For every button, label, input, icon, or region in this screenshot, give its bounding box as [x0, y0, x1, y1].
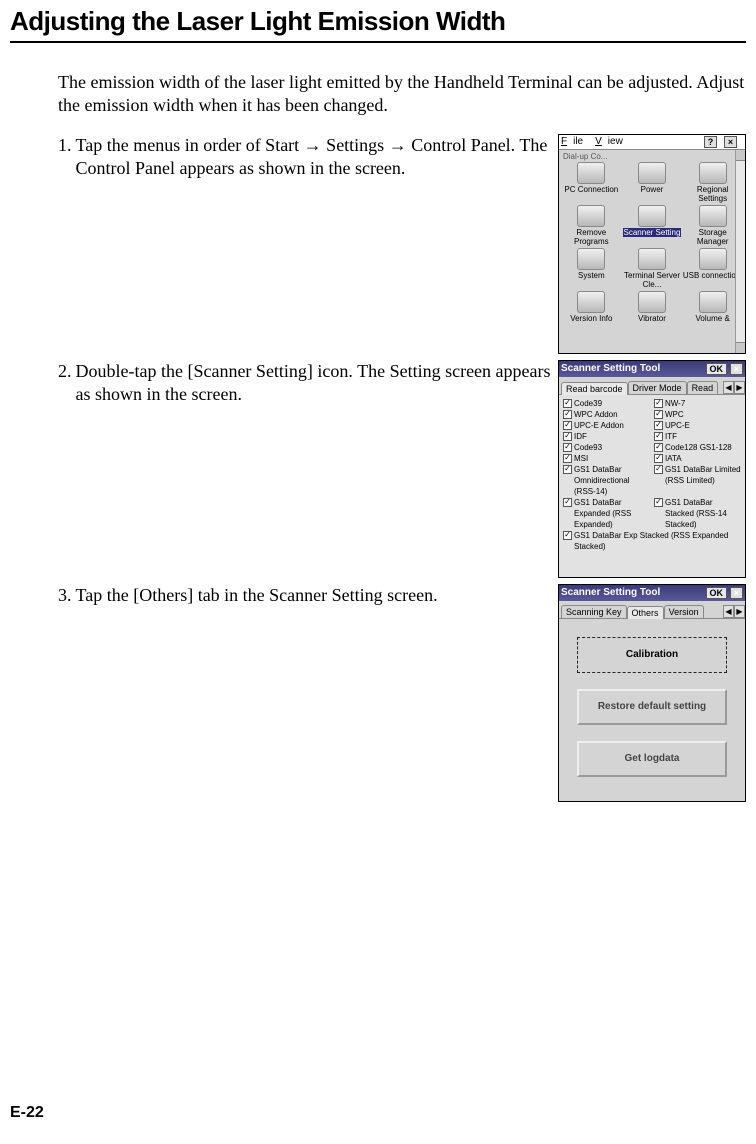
tabs-left-arrow[interactable]: ◀	[723, 605, 734, 618]
page-title: Adjusting the Laser Light Emission Width	[10, 0, 746, 43]
calibration-button[interactable]: Calibration	[577, 637, 727, 673]
close-button[interactable]: ×	[730, 587, 743, 599]
menubar: File View ? ×	[559, 135, 745, 150]
chk-gs1-exp-stacked[interactable]: ✓GS1 DataBar Exp Stacked (RSS Expanded S…	[563, 530, 743, 552]
cp-icon-version-info[interactable]: Version Info	[561, 290, 622, 324]
trash-icon	[577, 205, 605, 227]
tab-read-barcode[interactable]: Read barcode	[561, 382, 628, 395]
step-1-number: 1.	[58, 134, 76, 181]
cp-icon-remove-programs[interactable]: Remove Programs	[561, 204, 622, 247]
chk-code128[interactable]: ✓Code128 GS1-128	[654, 442, 743, 453]
globe-flags-icon	[699, 162, 727, 184]
scanner-icon	[638, 205, 666, 227]
chk-nw7[interactable]: ✓NW-7	[654, 398, 743, 409]
power-icon	[638, 162, 666, 184]
chk-wpc-addon[interactable]: ✓WPC Addon	[563, 409, 652, 420]
tabs-left-arrow[interactable]: ◀	[723, 381, 734, 394]
tab-read[interactable]: Read	[687, 381, 719, 394]
chk-upce-addon[interactable]: ✓UPC-E Addon	[563, 420, 652, 431]
step-1: 1. Tap the menus in order of Start → Set…	[58, 134, 552, 181]
chk-wpc[interactable]: ✓WPC	[654, 409, 743, 420]
vibrate-icon	[638, 291, 666, 313]
titlebar: Scanner Setting Tool OK ×	[559, 361, 745, 377]
chk-code39[interactable]: ✓Code39	[563, 398, 652, 409]
server-icon	[638, 248, 666, 270]
chk-iata[interactable]: ✓IATA	[654, 453, 743, 464]
ok-button[interactable]: OK	[706, 363, 728, 375]
speaker-icon	[699, 291, 727, 313]
menu-view[interactable]: View	[595, 136, 629, 147]
chk-gs1-expanded[interactable]: ✓GS1 DataBar Expanded (RSS Expanded)	[563, 497, 652, 530]
chk-gs1-limited[interactable]: ✓GS1 DataBar Limited (RSS Limited)	[654, 464, 743, 497]
intro-paragraph: The emission width of the laser light em…	[58, 71, 748, 118]
cp-icon-power[interactable]: Power	[622, 161, 683, 204]
cp-icon-pc-connection[interactable]: PC Connection	[561, 161, 622, 204]
chk-itf[interactable]: ✓ITF	[654, 431, 743, 442]
cp-icon-vibrator[interactable]: Vibrator	[622, 290, 683, 324]
cp-icon-usb[interactable]: USB connectio...	[682, 247, 743, 290]
chk-msi[interactable]: ✓MSI	[563, 453, 652, 464]
chk-idf[interactable]: ✓IDF	[563, 431, 652, 442]
cp-icon-storage-manager[interactable]: Storage Manager	[682, 204, 743, 247]
tabs-right-arrow[interactable]: ▶	[734, 381, 745, 394]
step-3-number: 3.	[58, 584, 76, 607]
chk-code93[interactable]: ✓Code93	[563, 442, 652, 453]
restore-default-button[interactable]: Restore default setting	[577, 689, 727, 725]
chk-gs1-stacked[interactable]: ✓GS1 DataBar Stacked (RSS-14 Stacked)	[654, 497, 743, 530]
tabs-row: Read barcode Driver Mode Read ◀ ▶	[559, 377, 745, 395]
chk-upce[interactable]: ✓UPC-E	[654, 420, 743, 431]
chip-icon	[577, 248, 605, 270]
close-button[interactable]: ×	[730, 363, 743, 375]
page-number: E-22	[10, 1104, 44, 1122]
info-icon	[577, 291, 605, 313]
window-title: Scanner Setting Tool	[561, 587, 660, 598]
tab-version[interactable]: Version	[664, 605, 704, 618]
cp-icon-scanner-setting[interactable]: Scanner Setting	[622, 204, 683, 247]
cut-row: Dial-up Co...	[559, 152, 745, 161]
screenshot-control-panel: File View ? × Dial-up Co... PC Connectio…	[558, 134, 746, 354]
chk-gs1-omni[interactable]: ✓GS1 DataBar Omnidirectional (RSS-14)	[563, 464, 652, 497]
scrollbar[interactable]	[735, 150, 745, 353]
help-button[interactable]: ?	[704, 136, 717, 148]
barcode-type-list: ✓Code39 ✓NW-7 ✓WPC Addon ✓WPC ✓UPC-E Add…	[559, 395, 745, 577]
cp-icon-volume[interactable]: Volume &	[682, 290, 743, 324]
step-2-number: 2.	[58, 360, 76, 407]
step-3: 3. Tap the [Others] tab in the Scanner S…	[58, 584, 552, 607]
tab-driver-mode[interactable]: Driver Mode	[628, 381, 687, 394]
step-2-body: Double-tap the [Scanner Setting] icon. T…	[76, 360, 553, 407]
usb-icon	[699, 248, 727, 270]
step-2: 2. Double-tap the [Scanner Setting] icon…	[58, 360, 552, 407]
menu-file[interactable]: File	[561, 136, 589, 147]
step-1-body: Tap the menus in order of Start → Settin…	[76, 134, 553, 181]
tabs-row: Scanning Key Others Version ◀ ▶	[559, 601, 745, 619]
cp-icon-regional[interactable]: Regional Settings	[682, 161, 743, 204]
titlebar: Scanner Setting Tool OK ×	[559, 585, 745, 601]
tab-others[interactable]: Others	[627, 606, 664, 619]
window-title: Scanner Setting Tool	[561, 363, 660, 374]
screenshot-scanner-setting-codes: Scanner Setting Tool OK × Read barcode D…	[558, 360, 746, 578]
globe-icon	[577, 162, 605, 184]
tabs-right-arrow[interactable]: ▶	[734, 605, 745, 618]
cp-icon-terminal-server[interactable]: Terminal Server Cle...	[622, 247, 683, 290]
close-button[interactable]: ×	[724, 136, 737, 148]
step-3-body: Tap the [Others] tab in the Scanner Sett…	[76, 584, 553, 607]
screenshot-scanner-setting-others: Scanner Setting Tool OK × Scanning Key O…	[558, 584, 746, 802]
get-logdata-button[interactable]: Get logdata	[577, 741, 727, 777]
disk-icon	[699, 205, 727, 227]
ok-button[interactable]: OK	[706, 587, 728, 599]
cp-icon-system[interactable]: System	[561, 247, 622, 290]
tab-scanning-key[interactable]: Scanning Key	[561, 605, 627, 618]
